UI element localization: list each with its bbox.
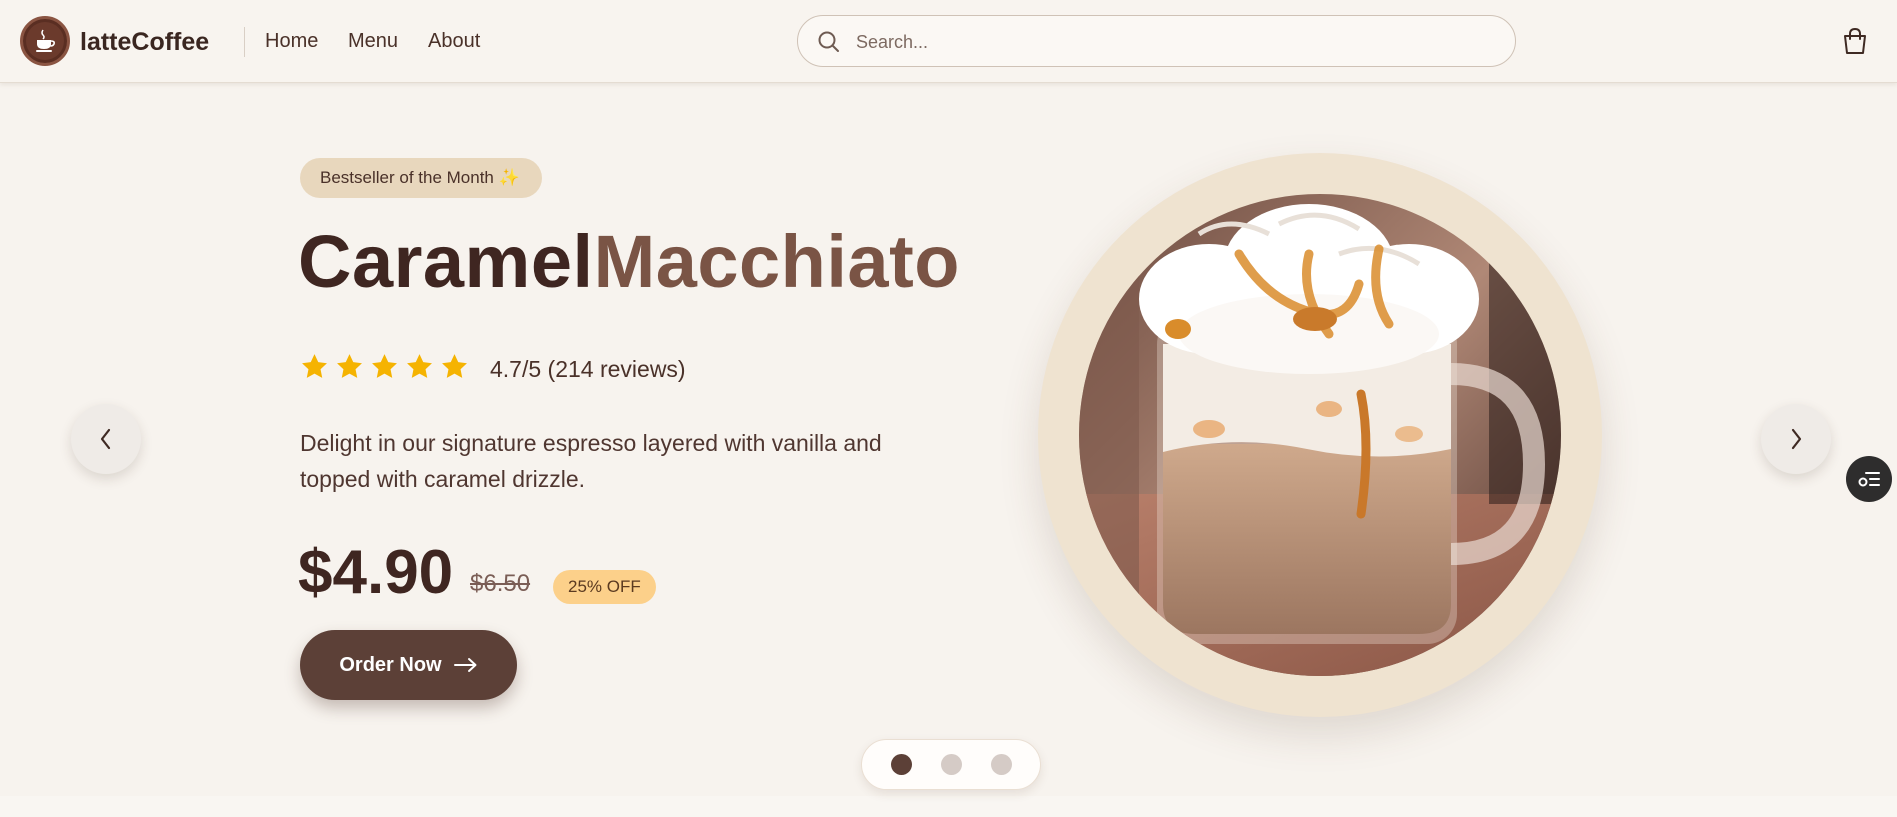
nav-link-menu[interactable]: Menu — [348, 30, 398, 53]
search-input[interactable] — [856, 28, 1476, 56]
hero-section — [0, 84, 1897, 796]
product-title-part1: Caramel — [298, 220, 594, 303]
discount-badge: 25% OFF — [553, 570, 656, 604]
brand-name[interactable]: latteCoffee — [80, 28, 209, 57]
order-now-label: Order Now — [339, 653, 442, 676]
floating-settings-button[interactable] — [1846, 456, 1892, 502]
carousel-prev-button[interactable] — [71, 404, 141, 474]
chevron-right-icon — [1791, 428, 1802, 450]
current-price: $4.90 — [298, 538, 454, 607]
search-icon — [816, 29, 842, 60]
nav-link-home[interactable]: Home — [265, 30, 318, 53]
star-icon — [302, 354, 327, 378]
carousel-next-button[interactable] — [1761, 404, 1831, 474]
order-now-button[interactable]: Order Now — [300, 630, 517, 700]
arrow-right-icon — [453, 658, 477, 672]
search-bar[interactable] — [797, 15, 1516, 67]
product-image — [1079, 194, 1561, 676]
original-price: $6.50 — [470, 570, 531, 597]
carousel-dot-3[interactable] — [990, 754, 1012, 775]
shopping-bag-icon[interactable] — [1842, 27, 1868, 60]
logo-coffee-cup-icon[interactable] — [20, 16, 70, 66]
carousel-dot-1[interactable] — [890, 754, 912, 775]
carousel-dot-2[interactable] — [940, 754, 962, 775]
product-title: CaramelMacchiato — [298, 222, 960, 302]
nav-link-about[interactable]: About — [428, 30, 480, 53]
caramel-macchiato-photo — [1079, 194, 1561, 676]
star-icon — [407, 354, 432, 378]
chevron-left-icon — [100, 428, 111, 450]
star-icon — [337, 354, 362, 378]
product-title-part2: Macchiato — [593, 220, 960, 303]
star-icon — [442, 354, 467, 378]
settings-list-icon — [1858, 472, 1880, 487]
star-icon — [372, 354, 397, 378]
product-description: Delight in our signature espresso layere… — [300, 430, 882, 492]
rating-text: 4.7/5 (214 reviews) — [490, 356, 686, 382]
rating-stars — [300, 352, 469, 381]
bestseller-badge: Bestseller of the Month ✨ — [300, 158, 542, 198]
nav-divider — [244, 27, 245, 57]
section-divider — [0, 796, 1897, 817]
top-navbar: latteCoffee Home Menu About — [0, 0, 1897, 83]
carousel-indicators — [861, 739, 1041, 790]
